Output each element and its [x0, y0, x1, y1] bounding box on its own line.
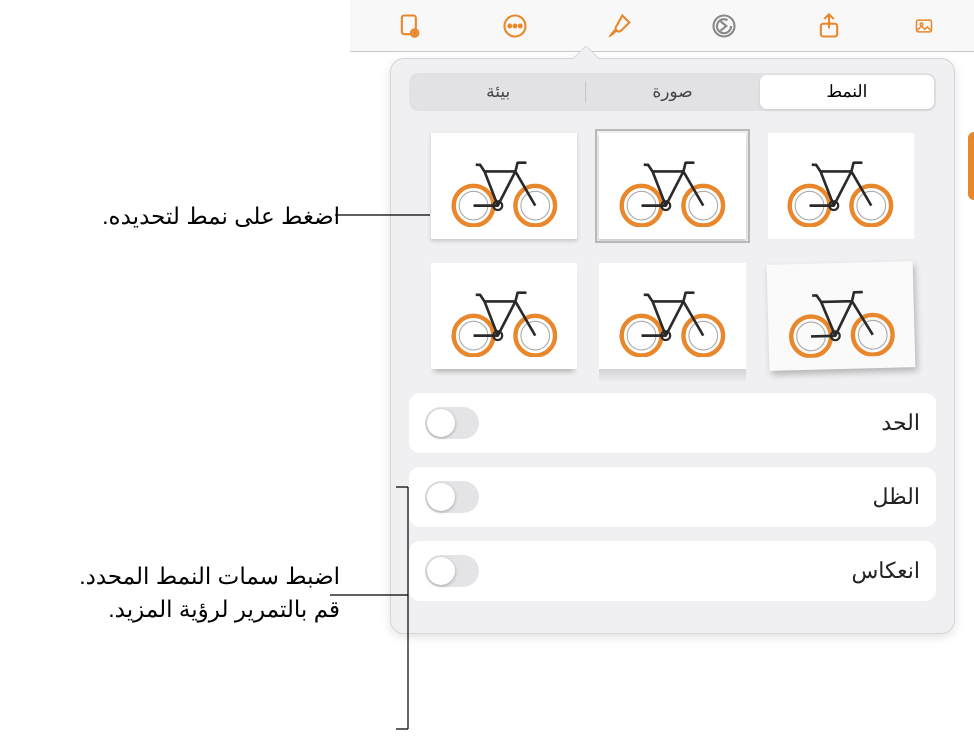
switch-reflection[interactable]: [425, 555, 479, 587]
row-reflection-label: انعكاس: [851, 558, 920, 584]
callout-adjust: اضبط سمات النمط المحدد. قم بالتمرير لرؤي…: [20, 560, 340, 627]
tab-arrange[interactable]: بيئة: [411, 75, 585, 109]
redo-icon[interactable]: [704, 6, 744, 46]
toolbar: [350, 0, 974, 52]
style-thumb-tilted[interactable]: [766, 261, 915, 371]
callout-lead-1: [335, 213, 430, 217]
format-popover: بيئة صورة النمط: [390, 58, 955, 634]
add-image-icon[interactable]: [914, 6, 934, 46]
document-view-icon[interactable]: [390, 6, 430, 46]
switch-border[interactable]: [425, 407, 479, 439]
style-thumb-shadow[interactable]: [431, 133, 577, 239]
callout-tap-style: اضغط على نمط لتحديده.: [60, 200, 340, 233]
callout-lead-2: [330, 485, 410, 745]
share-icon[interactable]: [809, 6, 849, 46]
style-thumb-plain[interactable]: [768, 133, 914, 239]
app-frame: بيئة صورة النمط: [350, 0, 974, 747]
switch-shadow[interactable]: [425, 481, 479, 513]
row-shadow-label: الظل: [872, 484, 920, 510]
more-icon[interactable]: [495, 6, 535, 46]
side-tab-marker: [968, 132, 974, 200]
tab-style[interactable]: النمط: [760, 75, 934, 109]
row-border-label: الحد: [881, 410, 920, 436]
style-thumb-reflection[interactable]: [599, 263, 745, 369]
style-thumb-border[interactable]: [599, 133, 745, 239]
style-options: الحد الظل انعكاس: [391, 393, 954, 633]
format-tabs: بيئة صورة النمط: [409, 73, 936, 111]
row-reflection[interactable]: انعكاس: [409, 541, 936, 601]
tab-image[interactable]: صورة: [585, 75, 759, 109]
row-border[interactable]: الحد: [409, 393, 936, 453]
style-thumb-drop[interactable]: [431, 263, 577, 369]
format-brush-icon[interactable]: [600, 6, 640, 46]
row-shadow[interactable]: الظل: [409, 467, 936, 527]
style-thumbnails: [391, 123, 954, 393]
